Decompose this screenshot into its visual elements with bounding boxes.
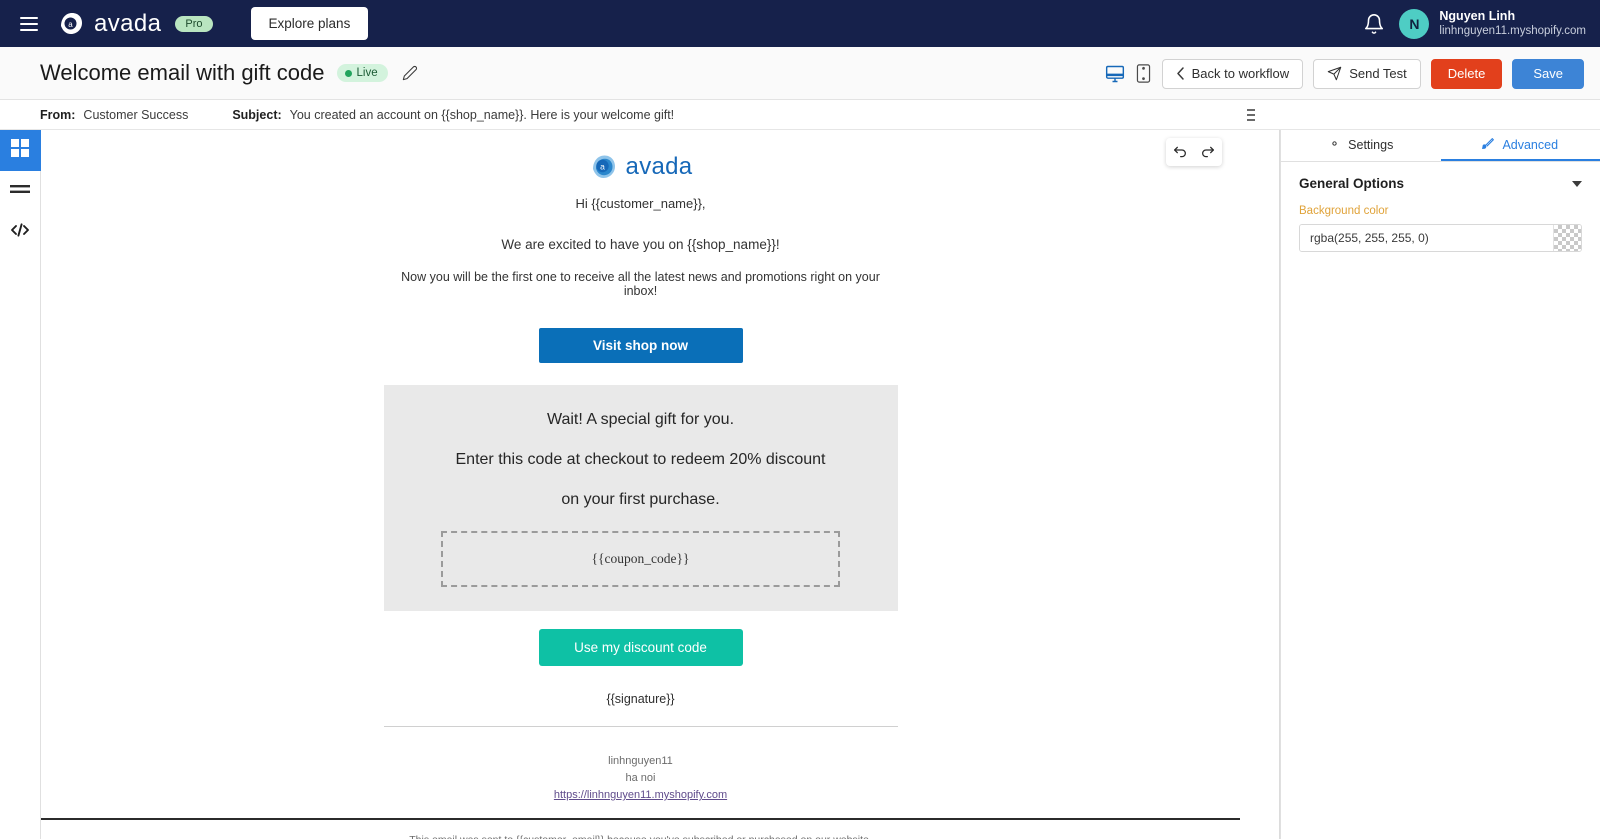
- save-button[interactable]: Save: [1512, 58, 1584, 89]
- status-badge-label: Live: [356, 67, 378, 79]
- background-color-field: Background color: [1281, 191, 1600, 252]
- email-logo[interactable]: a avada: [384, 152, 898, 182]
- svg-text:a: a: [600, 162, 605, 172]
- gift-section[interactable]: Wait! A special gift for you. Enter this…: [383, 385, 898, 611]
- avatar: N: [1399, 8, 1430, 39]
- gift-heading[interactable]: Wait! A special gift for you.: [404, 411, 878, 429]
- tab-settings-label: Settings: [1348, 137, 1394, 152]
- send-test-label: Send Test: [1349, 66, 1407, 81]
- color-swatch-button[interactable]: [1553, 225, 1581, 251]
- hamburger-icon[interactable]: [20, 16, 38, 31]
- more-options-icon[interactable]: [1247, 108, 1255, 121]
- from-label: From:: [40, 107, 76, 122]
- status-badge: Live: [336, 64, 388, 82]
- rail-item-code[interactable]: [0, 212, 41, 253]
- background-color-input-group[interactable]: [1299, 224, 1582, 252]
- workspace: a avada Hi {{customer_name}}, We are exc…: [0, 130, 1600, 839]
- footer-shop-link[interactable]: https://linhnguyen11.myshopify.com: [554, 789, 727, 801]
- email-logo-text: avada: [625, 153, 693, 180]
- svg-text:a: a: [68, 20, 73, 29]
- gear-icon: [1328, 137, 1341, 153]
- email-divider: [383, 726, 898, 727]
- plan-badge: Pro: [175, 15, 213, 32]
- chevron-down-icon[interactable]: [1572, 180, 1582, 187]
- rows-icon: [10, 182, 30, 201]
- email-paragraph-1[interactable]: We are excited to have you on {{shop_nam…: [384, 237, 898, 252]
- user-name: Nguyen Linh: [1439, 8, 1516, 23]
- blocks-icon: [11, 139, 29, 162]
- explore-plans-button[interactable]: Explore plans: [250, 7, 369, 40]
- avada-mark-icon: a: [592, 155, 615, 178]
- paper-plane-icon: [1327, 66, 1342, 81]
- undo-redo-group: [1166, 138, 1222, 166]
- from-group[interactable]: From: Customer Success: [40, 108, 188, 122]
- subject-value: You created an account on {{shop_name}}.…: [289, 107, 675, 122]
- brand-logo-group[interactable]: a avada Pro: [56, 9, 213, 39]
- subject-bar: From: Customer Success Subject: You crea…: [0, 100, 1600, 130]
- general-options-title: General Options: [1299, 176, 1405, 191]
- gift-line-2[interactable]: on your first purchase.: [404, 491, 878, 509]
- pencil-icon[interactable]: [402, 65, 418, 81]
- chevron-left-icon: [1176, 67, 1184, 80]
- left-rail: [0, 130, 41, 839]
- tab-advanced[interactable]: Advanced: [1440, 130, 1600, 161]
- tab-advanced-label: Advanced: [1502, 137, 1559, 152]
- brush-icon: [1482, 137, 1495, 153]
- top-navbar: a avada Pro Explore plans N Nguyen Linh …: [0, 0, 1600, 47]
- email-greeting[interactable]: Hi {{customer_name}},: [384, 196, 898, 211]
- topbar-right-group: N Nguyen Linh linhnguyen11.myshopify.com: [1363, 0, 1586, 47]
- subject-group[interactable]: Subject: You created an account on {{sho…: [232, 108, 674, 122]
- tab-settings[interactable]: Settings: [1281, 130, 1441, 161]
- back-to-workflow-button[interactable]: Back to workflow: [1161, 58, 1304, 89]
- footer-city: ha noi: [625, 772, 656, 785]
- gift-line-1[interactable]: Enter this code at checkout to redeem 20…: [404, 451, 878, 469]
- desktop-icon[interactable]: [1105, 64, 1125, 84]
- send-test-button[interactable]: Send Test: [1313, 58, 1421, 89]
- settings-panel-tabs: Settings Advanced: [1281, 130, 1600, 162]
- undo-icon[interactable]: [1166, 138, 1194, 166]
- status-dot-icon: [344, 69, 352, 77]
- delete-button[interactable]: Delete: [1430, 58, 1503, 89]
- brand-name: avada: [94, 9, 162, 37]
- title-bar-actions: Back to workflow Send Test Delete Save: [1105, 47, 1584, 100]
- email-signature[interactable]: {{signature}}: [384, 692, 898, 706]
- visit-shop-button[interactable]: Visit shop now: [538, 328, 743, 363]
- settings-panel: Settings Advanced General Options Backgr…: [1280, 130, 1600, 839]
- user-menu[interactable]: N Nguyen Linh linhnguyen11.myshopify.com: [1399, 8, 1586, 39]
- email-canvas-area: a avada Hi {{customer_name}}, We are exc…: [41, 130, 1280, 839]
- rail-item-rows[interactable]: [0, 171, 41, 212]
- code-icon: [10, 222, 30, 243]
- coupon-code-box[interactable]: {{coupon_code}}: [441, 531, 840, 587]
- avada-logo-icon: a: [56, 9, 86, 39]
- background-color-label: Background color: [1299, 205, 1389, 217]
- email-footer-note: This email was sent to {{customer_email}…: [384, 834, 898, 839]
- footer-shop-name: linhnguyen11: [608, 755, 673, 767]
- email-content: a avada Hi {{customer_name}}, We are exc…: [383, 130, 898, 839]
- email-footer-address: linhnguyen11 ha noi https://linhnguyen11…: [384, 753, 898, 804]
- user-shop-domain: linhnguyen11.myshopify.com: [1439, 25, 1586, 38]
- back-to-workflow-label: Back to workflow: [1191, 66, 1290, 81]
- email-canvas[interactable]: a avada Hi {{customer_name}}, We are exc…: [41, 130, 1240, 839]
- subject-label: Subject:: [232, 107, 282, 122]
- page-title: Welcome email with gift code: [40, 60, 325, 85]
- email-paragraph-2[interactable]: Now you will be the first one to receive…: [384, 270, 898, 298]
- title-bar: Welcome email with gift code Live Back t…: [0, 47, 1600, 100]
- bell-icon[interactable]: [1363, 13, 1385, 35]
- from-value: Customer Success: [83, 107, 189, 122]
- rail-item-blocks[interactable]: [0, 130, 41, 171]
- background-color-input[interactable]: [1300, 225, 1553, 251]
- mobile-icon[interactable]: [1135, 64, 1152, 83]
- general-options-header[interactable]: General Options: [1281, 162, 1600, 191]
- use-discount-code-button[interactable]: Use my discount code: [538, 629, 743, 666]
- redo-icon[interactable]: [1194, 138, 1222, 166]
